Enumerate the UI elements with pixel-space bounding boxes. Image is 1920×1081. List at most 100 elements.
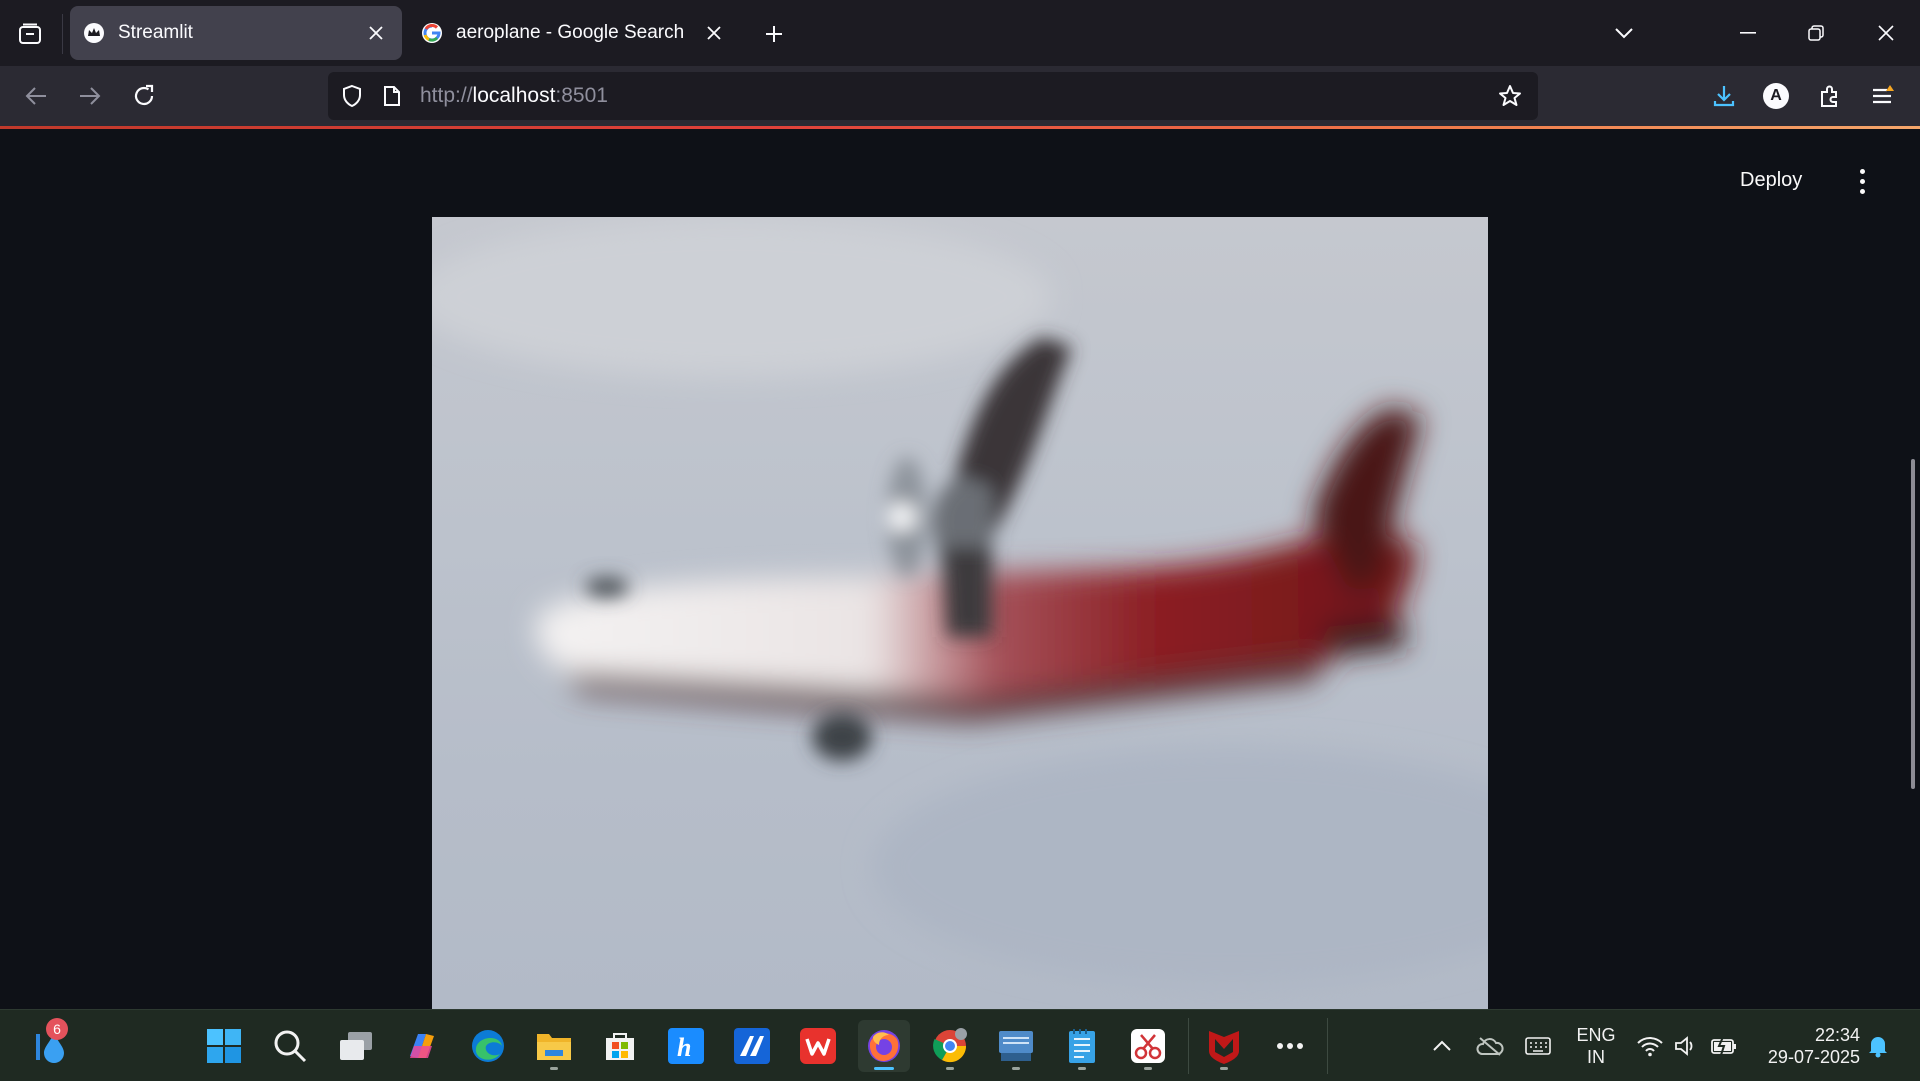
extensions-button[interactable]	[1810, 76, 1850, 116]
copilot-button[interactable]	[396, 1020, 448, 1072]
reload-icon	[134, 84, 154, 106]
forward-button[interactable]	[70, 76, 110, 116]
running-indicator	[946, 1067, 954, 1070]
wifi-icon	[1637, 1037, 1663, 1057]
running-indicator	[1012, 1067, 1020, 1070]
url-text: http://localhost:8501	[420, 84, 608, 108]
tab-title: Streamlit	[118, 22, 193, 43]
running-indicator	[1078, 1067, 1086, 1070]
minimize-button[interactable]	[1724, 10, 1772, 56]
copilot-icon	[410, 1034, 434, 1058]
network-button[interactable]	[1636, 1032, 1664, 1060]
app-menu-button[interactable]	[1864, 76, 1904, 116]
edge-button[interactable]	[462, 1020, 514, 1072]
taskbar-separator	[1327, 1018, 1328, 1074]
download-icon	[1713, 86, 1735, 107]
snipping-tool-icon	[1131, 1029, 1165, 1063]
notifications-button[interactable]	[1864, 1032, 1892, 1060]
running-indicator	[1144, 1067, 1152, 1070]
battery-button[interactable]	[1710, 1032, 1738, 1060]
store-button[interactable]	[594, 1020, 646, 1072]
chrome-button[interactable]	[924, 1020, 976, 1072]
volume-button[interactable]	[1672, 1032, 1700, 1060]
arrow-right-icon	[80, 87, 101, 105]
more-apps-button[interactable]	[1264, 1020, 1316, 1072]
task-view-button[interactable]	[330, 1020, 382, 1072]
downloads-button[interactable]	[1704, 76, 1744, 116]
notepad-button[interactable]	[1056, 1020, 1108, 1072]
svg-text:h: h	[677, 1033, 691, 1062]
ai-app-icon	[734, 1028, 770, 1064]
account-button[interactable]: A	[1756, 76, 1796, 116]
windows-logo-icon	[207, 1029, 241, 1063]
keyboard-app-icon	[999, 1031, 1033, 1061]
search-icon	[274, 1030, 307, 1063]
main-menu-icon[interactable]	[1850, 165, 1874, 197]
tab-overview-button[interactable]	[10, 14, 50, 54]
hamburger-menu-icon	[1873, 85, 1894, 104]
avatar: A	[1763, 83, 1789, 109]
close-tab-icon[interactable]	[362, 19, 390, 47]
close-tab-icon[interactable]	[700, 19, 728, 47]
restore-button[interactable]	[1792, 10, 1840, 56]
ai-app-button[interactable]	[726, 1020, 778, 1072]
search-button[interactable]	[264, 1020, 316, 1072]
language-code: ENG	[1576, 1025, 1616, 1045]
running-indicator	[1220, 1067, 1228, 1070]
close-window-button[interactable]	[1862, 10, 1910, 56]
back-button[interactable]	[16, 76, 56, 116]
restore-icon	[1808, 25, 1824, 41]
mcafee-button[interactable]	[1198, 1020, 1250, 1072]
shield-icon[interactable]	[340, 84, 364, 108]
file-explorer-button[interactable]	[528, 1020, 580, 1072]
wps-office-icon	[800, 1028, 836, 1064]
page-info-icon[interactable]	[380, 84, 404, 108]
minimize-icon	[1740, 32, 1756, 34]
vertical-scrollbar[interactable]	[1911, 459, 1915, 789]
deploy-button[interactable]: Deploy	[1740, 169, 1802, 192]
clock-date: 29-07-2025	[1767, 1047, 1860, 1067]
tab-title: aeroplane - Google Search	[456, 22, 685, 43]
bookmark-star-icon[interactable]	[1498, 84, 1522, 108]
onedrive-button[interactable]	[1476, 1032, 1504, 1060]
close-icon	[1878, 25, 1894, 41]
mcafee-shield-icon	[1209, 1031, 1239, 1064]
region-code: IN	[1587, 1047, 1605, 1067]
terminal-button[interactable]	[990, 1020, 1042, 1072]
puzzle-piece-icon	[1821, 85, 1837, 107]
list-all-tabs-button[interactable]	[1600, 10, 1648, 56]
new-tab-button[interactable]	[754, 14, 794, 54]
running-indicator	[550, 1067, 558, 1070]
show-hidden-icons-button[interactable]	[1428, 1032, 1456, 1060]
reload-button[interactable]	[124, 76, 164, 116]
start-button[interactable]	[198, 1020, 250, 1072]
more-horizontal-icon	[1277, 1043, 1303, 1049]
url-port: :8501	[555, 84, 608, 107]
address-bar[interactable]: http://localhost:8501	[328, 72, 1538, 120]
edge-browser-icon	[472, 1030, 504, 1062]
clock-time: 22:34	[1814, 1025, 1860, 1045]
active-indicator	[874, 1067, 894, 1070]
aeroplane-image	[432, 217, 1488, 1009]
keyboard-icon	[1525, 1037, 1551, 1055]
google-g-icon	[420, 21, 444, 45]
firefox-button[interactable]	[858, 1020, 910, 1072]
tab-streamlit[interactable]: Streamlit	[70, 6, 402, 60]
wps-office-button[interactable]	[792, 1020, 844, 1072]
touch-keyboard-button[interactable]	[1524, 1032, 1552, 1060]
url-host: localhost	[472, 84, 556, 107]
notepad-icon	[1069, 1029, 1095, 1063]
taskbar: 6 h ENG IN 22:34 29-07-2025	[0, 1009, 1920, 1081]
hp-app-button[interactable]: h	[660, 1020, 712, 1072]
notification-badge: 6	[46, 1018, 68, 1040]
arrow-left-icon	[25, 87, 46, 105]
chevron-down-icon	[1615, 28, 1633, 39]
snipping-tool-button[interactable]	[1122, 1020, 1174, 1072]
battery-charging-icon	[1711, 1036, 1736, 1056]
tab-google-search[interactable]: aeroplane - Google Search	[408, 6, 740, 60]
avatar-initial: A	[1770, 87, 1782, 104]
input-language-indicator[interactable]: ENG IN	[1574, 1024, 1618, 1068]
speaker-icon	[1675, 1036, 1693, 1056]
system-clock[interactable]: 22:34 29-07-2025	[1750, 1024, 1860, 1068]
bell-icon	[1869, 1037, 1887, 1058]
